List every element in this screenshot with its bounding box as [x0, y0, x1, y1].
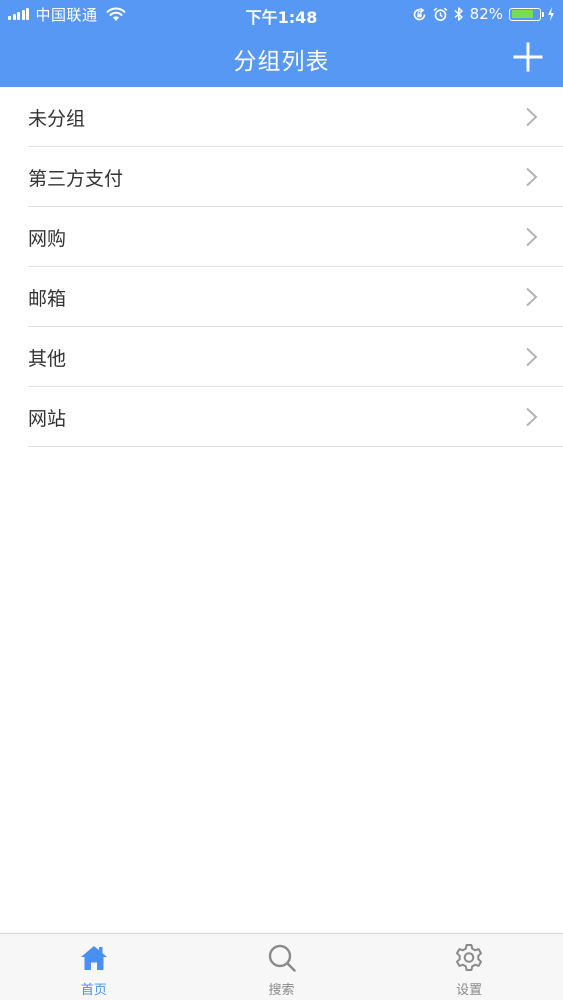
tab-label: 首页 [80, 983, 107, 998]
list-item[interactable]: 邮箱 [28, 267, 563, 327]
group-label: 网站 [28, 408, 67, 430]
chevron-right-icon [526, 107, 538, 127]
group-label: 第三方支付 [28, 168, 124, 190]
header: 中国联通 下午1:48 82% 分组列表 [0, 0, 563, 87]
list-item[interactable]: 第三方支付 [28, 147, 563, 207]
tab-home[interactable]: 首页 [0, 934, 188, 1000]
tab-settings[interactable]: 设置 [375, 934, 563, 1000]
charging-icon [548, 7, 554, 21]
gear-icon [456, 944, 483, 971]
group-label: 邮箱 [28, 288, 67, 310]
status-right: 82% [412, 5, 555, 23]
search-icon [268, 944, 296, 972]
list-item[interactable]: 其他 [28, 327, 563, 387]
home-icon [80, 946, 107, 970]
chevron-right-icon [526, 347, 538, 367]
plus-icon [513, 42, 543, 72]
list-item[interactable]: 网站 [28, 387, 563, 447]
group-label: 网购 [28, 228, 67, 250]
chevron-right-icon [526, 407, 538, 427]
page-title: 分组列表 [233, 49, 330, 75]
battery-fill [511, 10, 533, 18]
bluetooth-icon [454, 7, 463, 21]
tab-label: 设置 [456, 983, 483, 998]
chevron-right-icon [526, 167, 538, 187]
tab-bar: 首页 搜索 设置 [0, 933, 563, 1000]
nav-bar: 分组列表 [0, 28, 563, 87]
group-label: 未分组 [28, 108, 86, 130]
chevron-right-icon [526, 227, 538, 247]
list-item[interactable]: 未分组 [28, 87, 563, 147]
alarm-icon [433, 7, 448, 21]
list-item[interactable]: 网购 [28, 207, 563, 267]
group-label: 其他 [28, 348, 67, 370]
battery-icon [509, 7, 544, 21]
chevron-right-icon [526, 287, 538, 307]
status-bar: 中国联通 下午1:48 82% [0, 0, 563, 28]
group-list: 未分组 第三方支付 网购 邮箱 其他 网站 [0, 87, 563, 447]
tab-search[interactable]: 搜索 [188, 934, 376, 1000]
rotation-lock-icon [413, 7, 425, 20]
battery-percent: 82% [469, 5, 503, 23]
add-group-button[interactable] [511, 40, 545, 74]
tab-label: 搜索 [268, 983, 295, 998]
